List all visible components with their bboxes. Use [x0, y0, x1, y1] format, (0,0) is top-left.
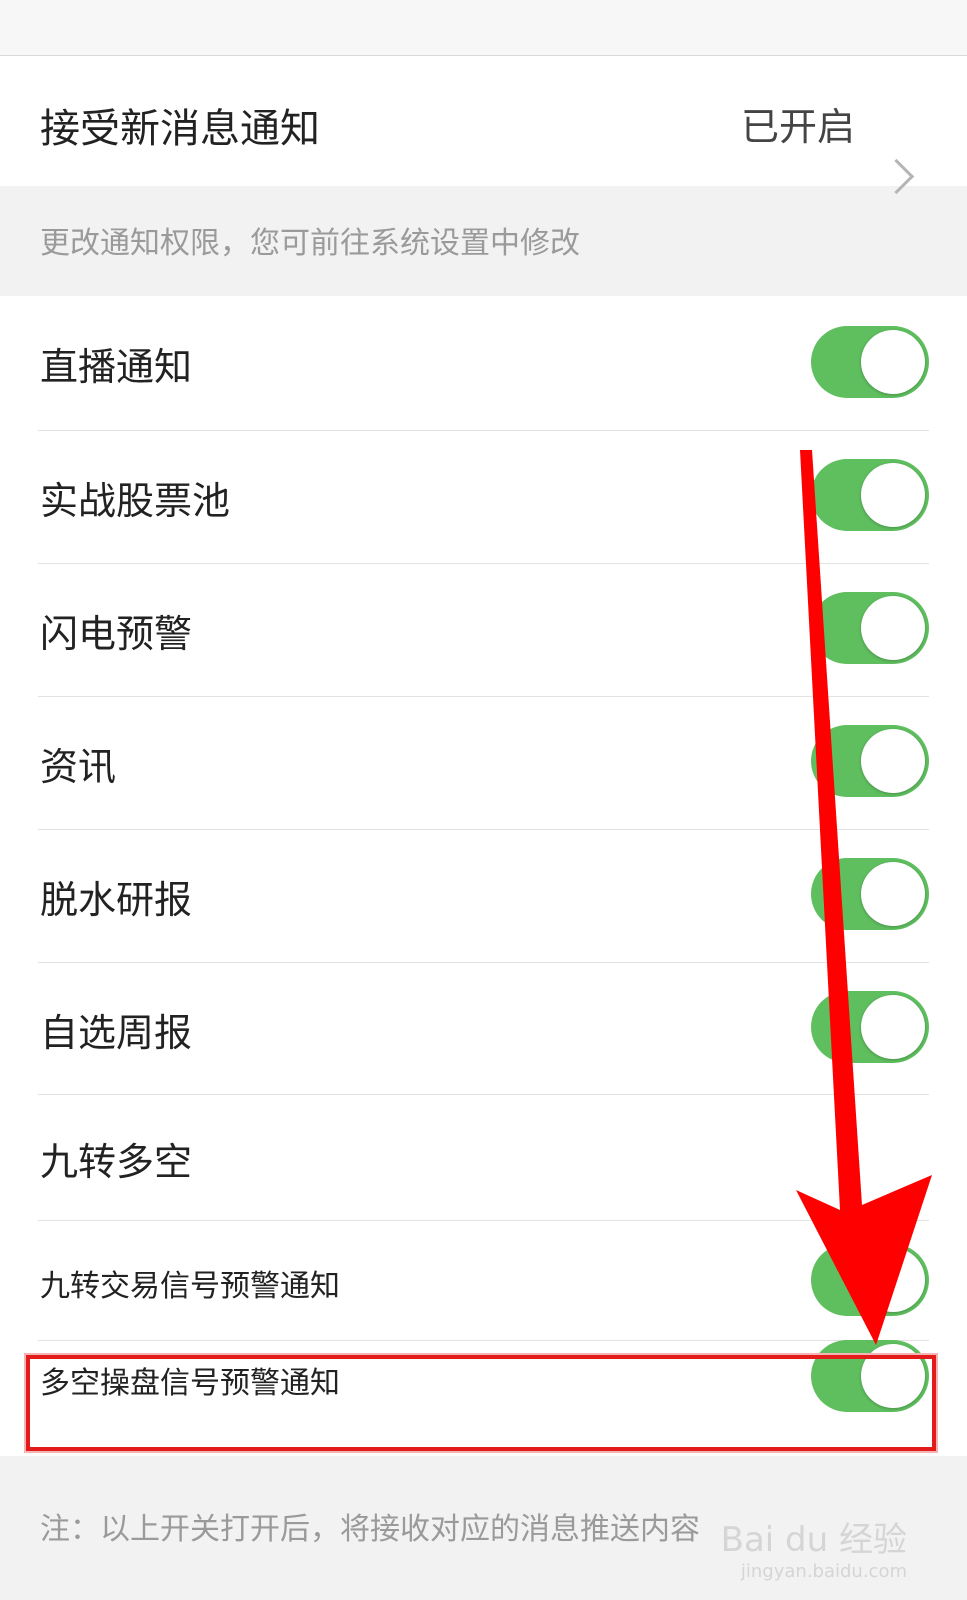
highlight-box	[24, 1353, 938, 1453]
toggle-live[interactable]	[811, 326, 929, 398]
watermark-brand: Bai du 经验	[720, 1520, 907, 1560]
divider	[38, 430, 929, 431]
toggle-knob	[861, 862, 925, 926]
divider	[38, 1340, 929, 1341]
item-label-research: 脱水研报	[40, 878, 193, 922]
divider	[38, 696, 929, 697]
item-label-flash-alert: 闪电预警	[40, 612, 193, 656]
item-label-news: 资讯	[40, 745, 117, 789]
divider	[38, 563, 929, 564]
toggle-list: 直播通知 实战股票池 闪电预警 资讯 脱水研报 自选周报 九转多空 九转交易信号…	[0, 296, 967, 1456]
toggle-knob	[861, 1248, 925, 1312]
divider	[38, 1220, 929, 1221]
watermark-url: jingyan.baidu.com	[740, 1561, 907, 1582]
divider	[38, 829, 929, 830]
permission-hint: 更改通知权限，您可前往系统设置中修改	[40, 226, 580, 261]
notification-status: 已开启	[740, 105, 855, 149]
bottom-note: 注：以上开关打开后，将接收对应的消息推送内容	[40, 1512, 700, 1547]
chevron-right-icon	[878, 158, 915, 195]
toggle-weekly[interactable]	[811, 991, 929, 1063]
toggle-news[interactable]	[811, 725, 929, 797]
item-label-live: 直播通知	[40, 345, 193, 389]
toggle-knob	[861, 463, 925, 527]
toggle-knob	[861, 729, 925, 793]
item-label-stock-pool: 实战股票池	[40, 479, 231, 523]
top-bar	[0, 0, 967, 56]
toggle-flash-alert[interactable]	[811, 592, 929, 664]
divider	[38, 962, 929, 963]
toggle-knob	[861, 596, 925, 660]
item-label-weekly: 自选周报	[40, 1011, 193, 1055]
toggle-research[interactable]	[811, 858, 929, 930]
toggle-knob	[861, 995, 925, 1059]
divider	[38, 1094, 929, 1095]
watermark: Bai du 经验 jingyan.baidu.com	[721, 1512, 907, 1582]
toggle-knob	[861, 330, 925, 394]
section-title: 九转多空	[40, 1140, 193, 1184]
toggle-stock-pool[interactable]	[811, 459, 929, 531]
toggle-nine-turn[interactable]	[811, 1244, 929, 1316]
receive-notification-row[interactable]: 接受新消息通知 已开启	[0, 56, 967, 195]
item-label-nine-turn: 九转交易信号预警通知	[40, 1269, 340, 1304]
receive-notification-label: 接受新消息通知	[40, 106, 320, 152]
